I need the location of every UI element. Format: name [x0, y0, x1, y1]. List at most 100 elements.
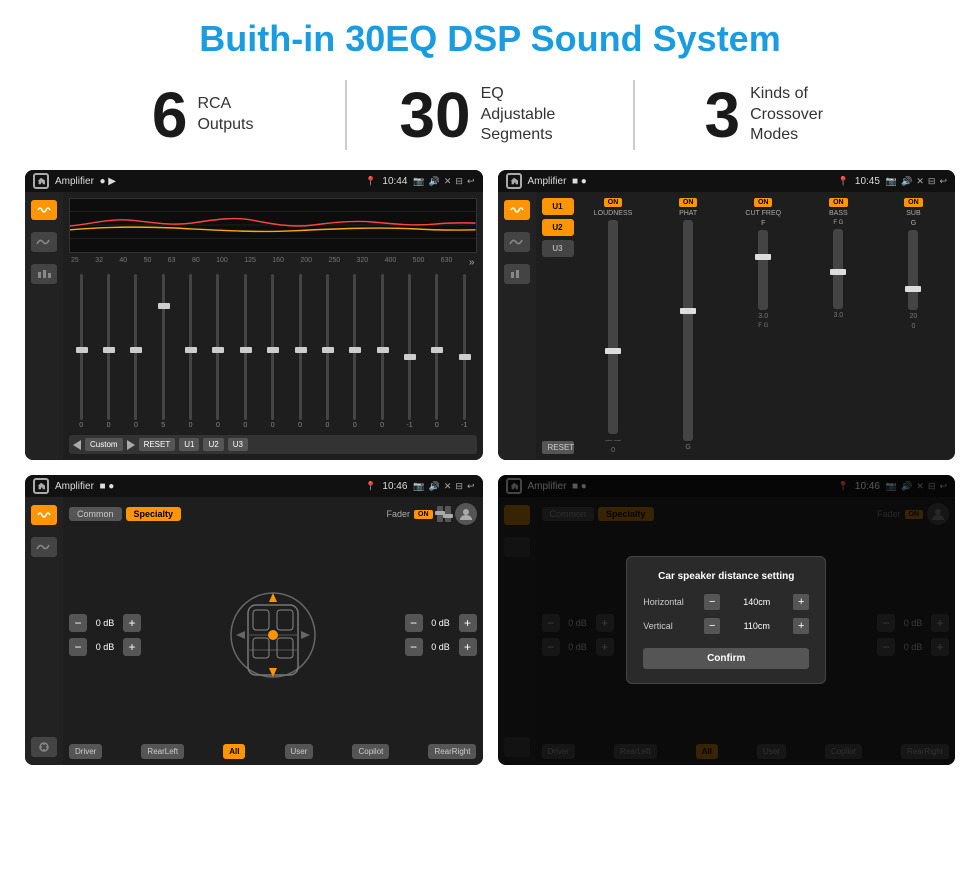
fader-plus-2[interactable]: +	[123, 638, 141, 656]
eq-slider-1[interactable]: 0	[96, 274, 120, 429]
eq-slider-13[interactable]: 0	[425, 274, 449, 429]
amp2-sub-channel: ON SUB G 20 0	[878, 198, 949, 454]
fader-plus-1[interactable]: +	[123, 614, 141, 632]
fader-side-icon-1[interactable]	[31, 505, 57, 525]
amp2-phat-on[interactable]: ON	[679, 198, 698, 207]
eq-slider-5[interactable]: 0	[206, 274, 230, 429]
amp2-bass-on[interactable]: ON	[829, 198, 848, 207]
eq-slider-2[interactable]: 0	[124, 274, 148, 429]
amp2-app-title: Amplifier ■ ●	[528, 176, 832, 187]
stat-item-crossover: 3 Kinds ofCrossover Modes	[635, 83, 920, 147]
eq-side-icon-1[interactable]	[31, 200, 57, 220]
amp2-sub-slider[interactable]	[908, 230, 918, 310]
amp2-time: 10:45	[855, 176, 880, 187]
eq-side-icon-2[interactable]	[31, 232, 57, 252]
stat-number-rca: 6	[152, 83, 188, 147]
fader-plus-3[interactable]: +	[459, 614, 477, 632]
modal-horizontal-plus[interactable]: +	[793, 594, 809, 610]
amp2-side-panel	[498, 192, 536, 460]
eq-slider-0[interactable]: 0	[69, 274, 93, 429]
eq-status-bar: Amplifier ● ▶ 📍 10:44 📷 🔊 ✕ ⊟ ↩	[25, 170, 483, 192]
eq-custom-button[interactable]: Custom	[85, 438, 123, 451]
modal-vertical-label: Vertical	[643, 621, 698, 631]
eq-sliders: 0 0 0 5 0	[69, 272, 477, 431]
modal-horizontal-minus[interactable]: −	[704, 594, 720, 610]
amp2-cutfreq-slider[interactable]	[758, 230, 768, 310]
amp2-reset-btn[interactable]: RESET	[542, 441, 574, 454]
fader-tabs-row: Common Specialty Fader ON	[69, 503, 477, 525]
fader-driver-btn[interactable]: Driver	[69, 744, 102, 759]
amp2-side-icon-1[interactable]	[504, 200, 530, 220]
eq-slider-11[interactable]: 0	[370, 274, 394, 429]
amp2-sub-on[interactable]: ON	[904, 198, 923, 207]
eq-slider-9[interactable]: 0	[315, 274, 339, 429]
fader-copilot-btn[interactable]: Copilot	[352, 744, 389, 759]
fader-rearleft-btn[interactable]: RearLeft	[141, 744, 184, 759]
amp2-loudness-on[interactable]: ON	[604, 198, 623, 207]
eq-u3-button[interactable]: U3	[228, 438, 248, 451]
eq-slider-4[interactable]: 0	[178, 274, 202, 429]
amp2-cutfreq-on[interactable]: ON	[754, 198, 773, 207]
modal-vertical-plus[interactable]: +	[793, 618, 809, 634]
amp2-u2-preset[interactable]: U2	[542, 219, 574, 236]
fader-db-row-4: − 0 dB +	[405, 638, 477, 656]
amp2-home-icon[interactable]	[506, 173, 522, 189]
amp2-phat-slider[interactable]	[683, 220, 693, 441]
fader-minus-3[interactable]: −	[405, 614, 423, 632]
fader-minus-1[interactable]: −	[69, 614, 87, 632]
amp2-bass-slider[interactable]	[833, 229, 843, 309]
fader-minus-2[interactable]: −	[69, 638, 87, 656]
amp2-sub-label: SUB	[906, 210, 920, 217]
home-icon[interactable]	[33, 173, 49, 189]
fader-on-badge[interactable]: ON	[414, 510, 433, 519]
eq-slider-10[interactable]: 0	[343, 274, 367, 429]
eq-slider-7[interactable]: 0	[261, 274, 285, 429]
fader-specialty-tab[interactable]: Specialty	[126, 507, 182, 521]
eq-status-icons: 📷 🔊 ✕ ⊟ ↩	[413, 176, 474, 187]
modal-vertical-minus[interactable]: −	[704, 618, 720, 634]
eq-prev-button[interactable]	[73, 440, 81, 450]
fader-home-icon[interactable]	[33, 478, 49, 494]
fader-all-btn[interactable]: All	[223, 744, 245, 759]
modal-screen: Amplifier ■ ● 📍 10:46 📷 🔊 ✕ ⊟ ↩ Common	[498, 475, 956, 765]
fader-controls: − 0 dB + − 0 dB +	[69, 529, 477, 740]
eq-slider-8[interactable]: 0	[288, 274, 312, 429]
eq-play-button[interactable]	[127, 440, 135, 450]
amp2-cutfreq-label: CUT FREQ	[745, 210, 781, 217]
stat-item-rca: 6 RCAOutputs	[60, 83, 345, 147]
amp2-side-icon-3[interactable]	[504, 264, 530, 284]
eq-slider-14[interactable]: -1	[452, 274, 476, 429]
eq-slider-12[interactable]: -1	[397, 274, 421, 429]
eq-freq-labels: 25 32 40 50 63 80 100 125 160 200 250 32…	[69, 257, 477, 268]
fader-side-icon-3[interactable]	[31, 737, 57, 757]
fader-db-value-3: 0 dB	[427, 618, 455, 628]
eq-u1-button[interactable]: U1	[179, 438, 199, 451]
eq-slider-3[interactable]: 5	[151, 274, 175, 429]
fader-minus-4[interactable]: −	[405, 638, 423, 656]
amp2-u1-preset[interactable]: U1	[542, 198, 574, 215]
eq-reset-button[interactable]: RESET	[139, 438, 176, 451]
fader-db-row-1: − 0 dB +	[69, 614, 141, 632]
fader-user-btn[interactable]: User	[285, 744, 314, 759]
fader-rearright-btn[interactable]: RearRight	[428, 744, 476, 759]
eq-screen: Amplifier ● ▶ 📍 10:44 📷 🔊 ✕ ⊟ ↩	[25, 170, 483, 460]
fader-db-value-1: 0 dB	[91, 618, 119, 628]
screens-grid: Amplifier ● ▶ 📍 10:44 📷 🔊 ✕ ⊟ ↩	[0, 165, 980, 775]
modal-vertical-value: 110cm	[726, 621, 787, 631]
stat-label-rca: RCAOutputs	[197, 94, 253, 136]
modal-dialog: Car speaker distance setting Horizontal …	[626, 556, 826, 684]
fader-common-tab[interactable]: Common	[69, 507, 122, 521]
amp2-loudness-slider[interactable]	[608, 220, 618, 434]
eq-graph	[69, 198, 477, 253]
fader-side-icon-2[interactable]	[31, 537, 57, 557]
amp2-u3-preset[interactable]: U3	[542, 240, 574, 257]
amp2-loudness-label: LOUDNESS	[594, 210, 633, 217]
amp2-side-icon-2[interactable]	[504, 232, 530, 252]
eq-side-icon-3[interactable]	[31, 264, 57, 284]
confirm-button[interactable]: Confirm	[643, 648, 809, 669]
fader-plus-4[interactable]: +	[459, 638, 477, 656]
amp2-screen: Amplifier ■ ● 📍 10:45 📷 🔊 ✕ ⊟ ↩	[498, 170, 956, 460]
eq-u2-button[interactable]: U2	[203, 438, 223, 451]
fader-location-icon: 📍	[365, 481, 376, 492]
eq-slider-6[interactable]: 0	[233, 274, 257, 429]
